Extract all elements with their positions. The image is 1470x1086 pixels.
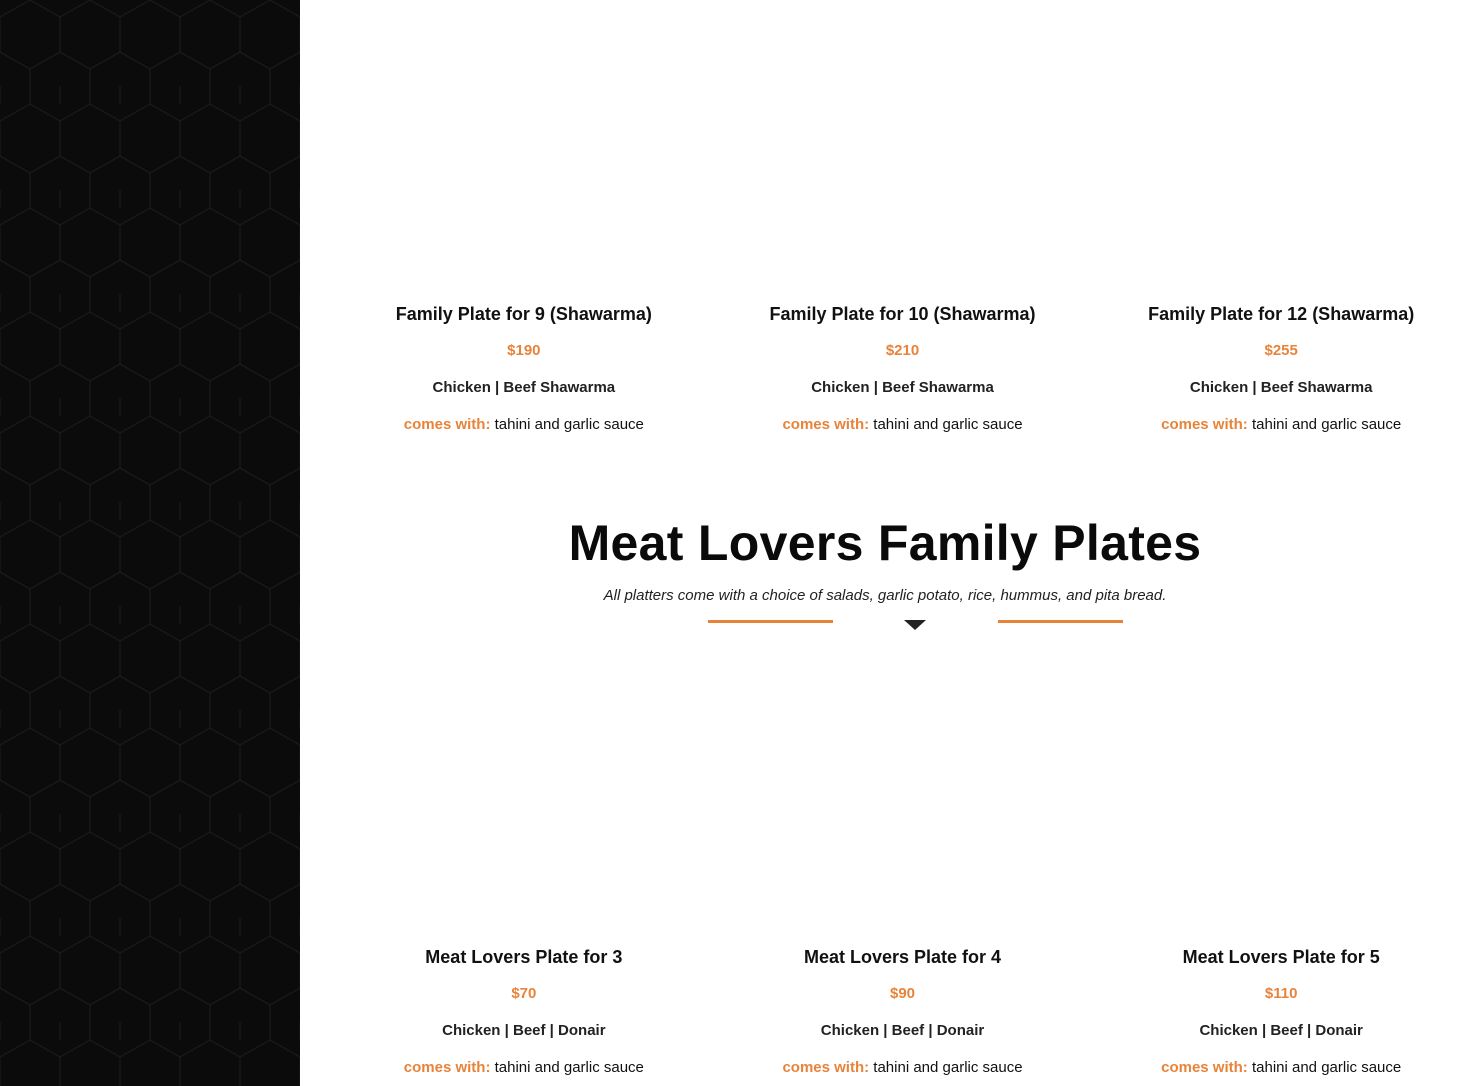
menu-card: Family Plate for 9 (Shawarma) $190 Chick… bbox=[335, 300, 713, 436]
menu-card-meats: Chicken | Beef Shawarma bbox=[432, 379, 616, 396]
menu-card-meats: Chicken | Beef | Donair bbox=[1199, 1022, 1363, 1039]
comes-with-label: comes with: bbox=[782, 1059, 870, 1076]
menu-card-price: $210 bbox=[885, 342, 920, 359]
menu-card-title: Meat Lovers Plate for 5 bbox=[1182, 947, 1380, 967]
shawarma-plates-grid: Family Plate for 9 (Shawarma) $190 Chick… bbox=[300, 300, 1470, 436]
menu-card-price: $110 bbox=[1264, 985, 1298, 1002]
divider-line-left bbox=[708, 620, 833, 623]
comes-with-value: tahini and garlic sauce bbox=[494, 416, 644, 433]
section-divider bbox=[300, 616, 1470, 636]
menu-card-price: $255 bbox=[1264, 342, 1298, 359]
menu-card-comes-with: comes with: tahini and garlic sauce bbox=[335, 414, 713, 436]
sidebar-panel bbox=[0, 0, 300, 1086]
comes-with-value: tahini and garlic sauce bbox=[494, 1059, 644, 1076]
comes-with-label: comes with: bbox=[1161, 416, 1248, 433]
comes-with-label: comes with: bbox=[1161, 1059, 1248, 1076]
menu-card-meats: Chicken | Beef | Donair bbox=[820, 1022, 985, 1039]
menu-card: Meat Lovers Plate for 4 $90 Chicken | Be… bbox=[714, 943, 1092, 1079]
menu-card-title: Meat Lovers Plate for 4 bbox=[803, 947, 1002, 967]
menu-card-meats: Chicken | Beef Shawarma bbox=[811, 379, 994, 396]
menu-content: Family Plate for 9 (Shawarma) $190 Chick… bbox=[300, 0, 1470, 1086]
menu-card-comes-with: comes with: tahini and garlic sauce bbox=[1092, 1057, 1470, 1079]
caret-down-icon bbox=[904, 620, 926, 630]
menu-card: Meat Lovers Plate for 5 $110 Chicken | B… bbox=[1092, 943, 1470, 1079]
menu-card-price: $70 bbox=[511, 985, 537, 1002]
menu-card-meats: Chicken | Beef Shawarma bbox=[1189, 379, 1373, 396]
meat-lovers-plates-grid: Meat Lovers Plate for 3 $70 Chicken | Be… bbox=[300, 943, 1470, 1079]
menu-card: Meat Lovers Plate for 3 $70 Chicken | Be… bbox=[335, 943, 713, 1079]
menu-card-comes-with: comes with: tahini and garlic sauce bbox=[714, 1057, 1092, 1079]
menu-card-comes-with: comes with: tahini and garlic sauce bbox=[1092, 414, 1470, 436]
comes-with-value: tahini and garlic sauce bbox=[873, 416, 1023, 433]
menu-card-comes-with: comes with: tahini and garlic sauce bbox=[714, 414, 1092, 436]
comes-with-label: comes with: bbox=[403, 416, 491, 433]
menu-card-price: $90 bbox=[889, 985, 916, 1002]
menu-card-title: Family Plate for 12 (Shawarma) bbox=[1148, 304, 1415, 324]
comes-with-value: tahini and garlic sauce bbox=[1251, 416, 1402, 433]
menu-card-price: $190 bbox=[507, 342, 541, 359]
menu-card: Family Plate for 12 (Shawarma) $255 Chic… bbox=[1092, 300, 1470, 436]
section-title: Meat Lovers Family Plates bbox=[568, 515, 1202, 571]
menu-card-title: Meat Lovers Plate for 3 bbox=[425, 947, 623, 967]
menu-card: Family Plate for 10 (Shawarma) $210 Chic… bbox=[714, 300, 1092, 436]
hexagon-pattern-background bbox=[0, 0, 300, 1086]
menu-card-comes-with: comes with: tahini and garlic sauce bbox=[335, 1057, 713, 1079]
menu-card-meats: Chicken | Beef | Donair bbox=[442, 1022, 606, 1039]
divider-line-right bbox=[998, 620, 1123, 623]
menu-card-title: Family Plate for 10 (Shawarma) bbox=[769, 304, 1036, 324]
section-subtitle: All platters come with a choice of salad… bbox=[603, 587, 1167, 604]
meat-lovers-section-heading: Meat Lovers Family Plates All platters c… bbox=[300, 512, 1470, 606]
comes-with-label: comes with: bbox=[403, 1059, 491, 1076]
menu-card-title: Family Plate for 9 (Shawarma) bbox=[395, 304, 652, 324]
comes-with-value: tahini and garlic sauce bbox=[1251, 1059, 1402, 1076]
comes-with-value: tahini and garlic sauce bbox=[873, 1059, 1023, 1076]
comes-with-label: comes with: bbox=[782, 416, 870, 433]
